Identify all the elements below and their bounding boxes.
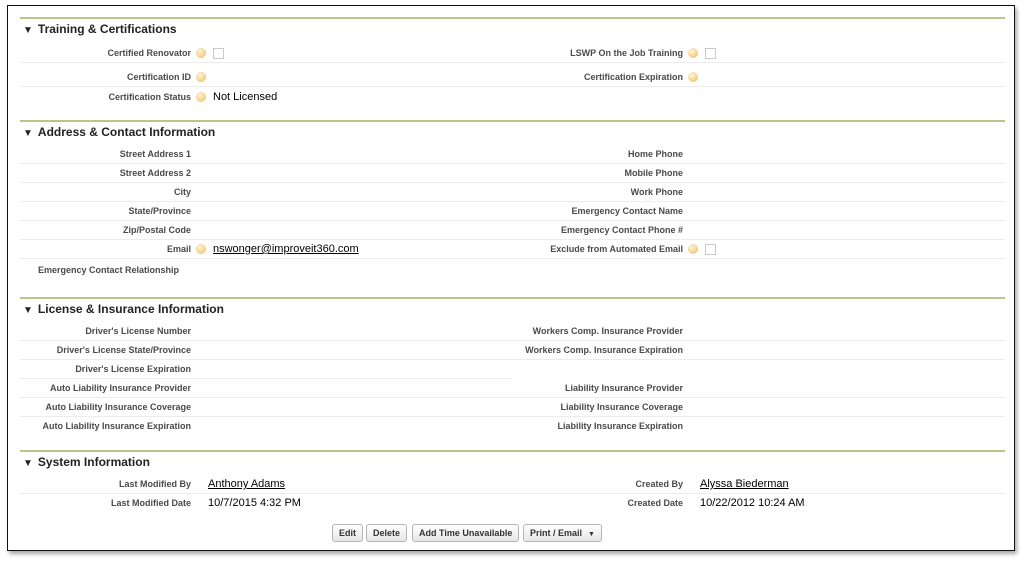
workers-comp-provider-label: Workers Comp. Insurance Provider	[532, 326, 683, 336]
row-street1: Street Address 1 Home Phone	[20, 144, 1005, 164]
certification-status-value: Not Licensed	[213, 91, 278, 103]
collapse-triangle-icon[interactable]: ▼	[23, 25, 33, 36]
liability-insurance-coverage-label: Liability Insurance Coverage	[560, 402, 683, 412]
section-divider	[20, 450, 1005, 452]
created-date-value: 10/22/2012 10:24 AM	[700, 497, 805, 509]
created-by-link[interactable]: Alyssa Biederman	[700, 478, 789, 490]
collapse-triangle-icon[interactable]: ▼	[23, 128, 33, 139]
mobile-phone-label: Mobile Phone	[624, 168, 684, 178]
collapse-triangle-icon[interactable]: ▼	[23, 458, 33, 469]
work-phone-label: Work Phone	[630, 187, 683, 197]
created-by-label: Created By	[635, 479, 683, 489]
section-title: System Information	[37, 455, 150, 469]
row-city: City Work Phone	[20, 182, 1005, 202]
liability-insurance-provider-label: Liability Insurance Provider	[564, 383, 683, 393]
workers-comp-expiration-label: Workers Comp. Insurance Expiration	[525, 345, 683, 355]
drivers-license-expiration-label: Driver's License Expiration	[75, 364, 191, 374]
row-zip: Zip/Postal Code Emergency Contact Phone …	[20, 220, 1005, 240]
edit-button[interactable]: Edit	[332, 524, 363, 542]
section-title: Address & Contact Information	[37, 125, 216, 139]
row-emergency-relationship: Emergency Contact Relationship	[20, 260, 1005, 279]
add-time-unavailable-button[interactable]: Add Time Unavailable	[412, 524, 520, 542]
row-street2: Street Address 2 Mobile Phone	[20, 163, 1005, 183]
home-phone-label: Home Phone	[627, 149, 683, 159]
emergency-contact-phone-label: Emergency Contact Phone #	[560, 225, 683, 235]
exclude-automated-email-checkbox[interactable]	[705, 244, 716, 255]
row-state: State/Province Emergency Contact Name	[20, 201, 1005, 221]
section-divider	[20, 297, 1005, 299]
row-auto-provider: Auto Liability Insurance Provider Liabil…	[20, 378, 1005, 398]
help-icon[interactable]	[688, 244, 698, 254]
created-by-value: Alyssa Biederman	[700, 478, 789, 490]
help-icon[interactable]	[688, 72, 698, 82]
section-header-address[interactable]: ▼ Address & Contact Information	[23, 125, 215, 139]
section-divider	[20, 17, 1005, 19]
section-header-license[interactable]: ▼ License & Insurance Information	[23, 302, 224, 316]
row-auto-coverage: Auto Liability Insurance Coverage Liabil…	[20, 397, 1005, 417]
certification-status-label: Certification Status	[108, 92, 191, 102]
row-last-modified-by: Last Modified By Anthony Adams Created B…	[20, 474, 1005, 494]
section-training: ▼ Training & Certifications Certified Ren…	[20, 17, 1005, 115]
row-email: Email nswonger@improveit360.com Exclude …	[20, 239, 1005, 259]
section-header-system[interactable]: ▼ System Information	[23, 455, 150, 469]
row-certified-renovator: Certified Renovator LSWP On the Job Trai…	[20, 43, 1005, 63]
certification-expiration-label: Certification Expiration	[583, 72, 683, 82]
emergency-contact-relationship-label: Emergency Contact Relationship	[38, 265, 180, 275]
row-dl-state: Driver's License State/Province Workers …	[20, 340, 1005, 360]
section-header-training[interactable]: ▼ Training & Certifications	[23, 22, 177, 36]
row-last-modified-date: Last Modified Date 10/7/2015 4:32 PM Cre…	[20, 493, 1005, 512]
section-license: ▼ License & Insurance Information Driver'…	[20, 297, 1005, 445]
delete-button[interactable]: Delete	[366, 524, 408, 542]
row-dl-expiration: Driver's License Expiration	[20, 359, 1005, 378]
row-dl-number: Driver's License Number Workers Comp. In…	[20, 321, 1005, 341]
section-system: ▼ System Information Last Modified By Ant…	[20, 450, 1005, 516]
liability-insurance-expiration-label: Liability Insurance Expiration	[557, 421, 683, 431]
row-certification-id: Certification ID Certification Expiratio…	[20, 67, 1005, 87]
lswp-label: LSWP On the Job Training	[570, 48, 683, 58]
help-icon[interactable]	[688, 48, 698, 58]
row-certification-status: Certification Status Not Licensed	[20, 87, 1005, 106]
exclude-automated-email-label: Exclude from Automated Email	[550, 244, 683, 254]
chevron-down-icon: ▼	[588, 531, 595, 538]
print-email-label: Print / Email	[530, 528, 583, 538]
section-divider	[20, 120, 1005, 122]
record-detail-panel: ▼ Training & Certifications Certified Ren…	[7, 5, 1015, 551]
section-title: Training & Certifications	[37, 22, 177, 36]
created-date-label: Created Date	[627, 498, 683, 508]
lswp-checkbox[interactable]	[705, 48, 716, 59]
row-auto-expiration: Auto Liability Insurance Expiration Liab…	[20, 416, 1005, 435]
section-title: License & Insurance Information	[37, 302, 224, 316]
help-icon[interactable]	[196, 92, 206, 102]
print-email-button[interactable]: Print / Email ▼	[523, 524, 602, 542]
collapse-triangle-icon[interactable]: ▼	[23, 305, 33, 316]
section-address: ▼ Address & Contact Information Street Ad…	[20, 120, 1005, 292]
emergency-contact-name-label: Emergency Contact Name	[571, 206, 683, 216]
